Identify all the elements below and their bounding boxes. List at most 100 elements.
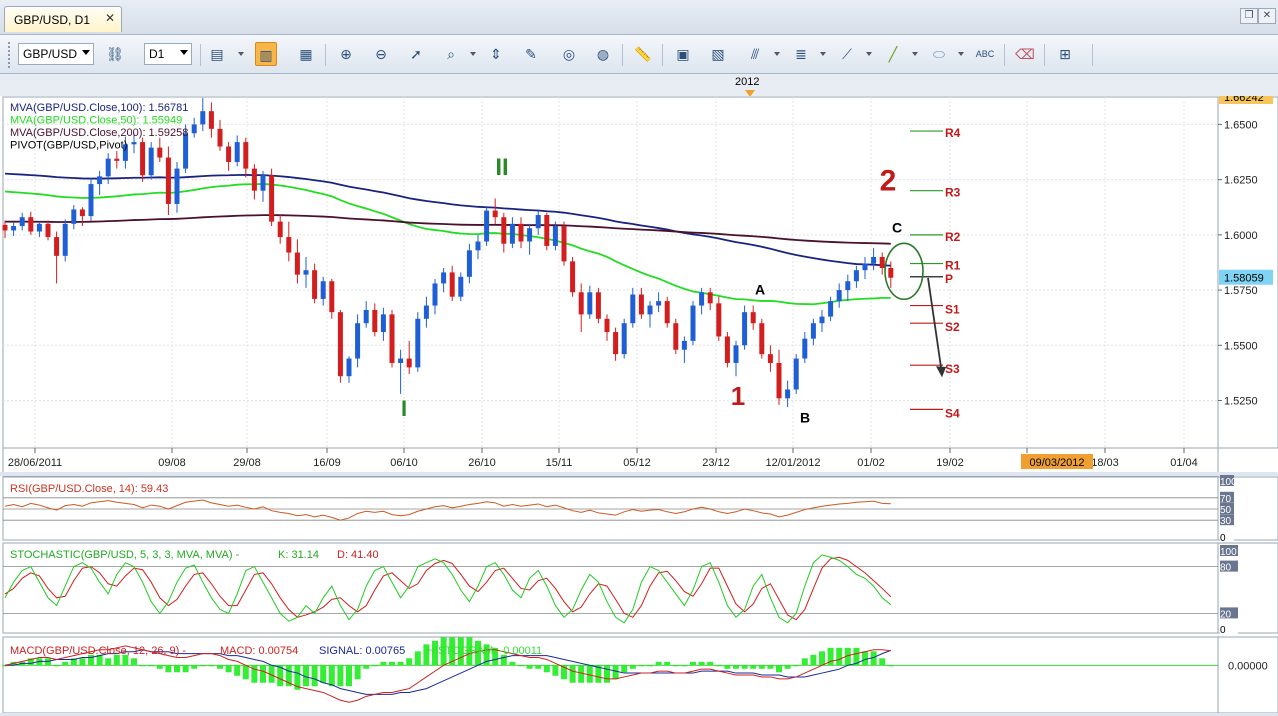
toolbar-separator: [325, 44, 326, 66]
price-tick-label: 1.5500: [1224, 340, 1258, 352]
pivot-label-s4: S4: [945, 406, 960, 420]
macd-histogram-bar: [862, 651, 868, 666]
object-tree-icon[interactable]: ⊞: [1054, 42, 1076, 66]
disconnect-icon[interactable]: ⛓: [104, 42, 126, 66]
candle-body: [441, 272, 447, 284]
time-scroll-bar[interactable]: 2012: [0, 74, 1278, 97]
chevron-down-icon[interactable]: [912, 52, 918, 56]
candle-body: [415, 318, 421, 368]
toolbar-separator: [1092, 44, 1093, 66]
macd-histogram-bar: [518, 665, 524, 667]
candle-body: [79, 209, 85, 217]
macd-histogram-bar: [836, 647, 843, 666]
toolbar-grip[interactable]: [8, 42, 14, 68]
line-icon[interactable]: ╱: [882, 42, 904, 66]
globe-icon[interactable]: ◍: [592, 42, 614, 66]
rsi-pane[interactable]: [2, 476, 1219, 541]
candle-body: [329, 281, 335, 313]
bars-icon[interactable]: ▦: [295, 42, 317, 66]
zoom-icon[interactable]: ⌕: [440, 42, 462, 66]
date-tick-label: 28/06/2011: [8, 457, 62, 469]
chart-template-icon[interactable]: ▧: [707, 42, 729, 66]
candle-body: [380, 314, 386, 333]
channel-icon[interactable]: ≣: [790, 42, 812, 66]
candle-body: [312, 270, 318, 299]
candle-body: [140, 142, 146, 176]
candle-body: [742, 312, 748, 346]
candle-body: [88, 184, 94, 217]
chevron-down-icon[interactable]: [866, 52, 872, 56]
chevron-down-icon[interactable]: [820, 52, 826, 56]
candle-body: [621, 323, 627, 355]
candle-body: [355, 323, 361, 359]
macd-histogram-bar: [690, 661, 696, 666]
macd-histogram-bar: [793, 665, 800, 667]
price-axis[interactable]: [1217, 636, 1278, 714]
candle-body: [36, 223, 42, 232]
macd-histogram-bar: [199, 665, 206, 667]
macd-histogram-bar: [260, 665, 266, 683]
macd-histogram-bar: [165, 665, 172, 673]
candle-body: [191, 124, 197, 134]
toolbar-separator: [1004, 44, 1005, 66]
candle-body: [71, 209, 77, 224]
symbol-select[interactable]: GBP/USD: [18, 43, 94, 65]
ellipse-icon[interactable]: ⬭: [928, 42, 950, 66]
timeframe-value: D1: [149, 47, 165, 61]
chevron-down-icon[interactable]: [238, 52, 244, 56]
restore-icon[interactable]: ❐: [1240, 8, 1258, 24]
chart-area[interactable]: R4 R3 R2 R1 P S1 S2 S3 S4 I II 1 2 A B C 28/06/2011 09/…: [0, 89, 1278, 714]
histogram-value-label: HISTOGRAM: -0.00011: [427, 645, 542, 657]
price-tick-label: 1.5250: [1224, 396, 1258, 408]
candle-body: [527, 228, 533, 242]
candle-body: [595, 292, 601, 319]
eraser-icon[interactable]: ⌫: [1014, 42, 1036, 66]
data-window-icon[interactable]: ✎: [520, 42, 542, 66]
candle-body: [871, 256, 877, 264]
trendline-fan-icon[interactable]: ⟋: [836, 42, 858, 66]
macd-histogram-bar: [320, 665, 327, 683]
chevron-down-icon[interactable]: [774, 52, 780, 56]
macd-histogram-bar: [776, 665, 782, 673]
stoch-tick-label: 0: [1220, 625, 1226, 636]
candles-icon[interactable]: ▥: [255, 42, 277, 66]
date-tick-label: 19/02: [936, 457, 964, 469]
candle-body: [828, 301, 834, 317]
ruler-icon[interactable]: 📏: [632, 42, 654, 66]
pivot-label-s1: S1: [945, 303, 960, 317]
level-icon[interactable]: ⇕: [485, 42, 507, 66]
cursor-icon[interactable]: ➚: [405, 42, 427, 66]
candle-body: [690, 305, 696, 341]
macd-histogram-bar: [328, 665, 335, 687]
candle-body: [518, 223, 524, 242]
candle-body: [432, 283, 438, 306]
panel-splitter[interactable]: [0, 472, 1278, 476]
chart-tab[interactable]: GBP/USD, D1 ✕: [4, 6, 122, 32]
candle-body: [226, 146, 232, 162]
chart-image-icon[interactable]: ▣: [672, 42, 694, 66]
macd-histogram-bar: [569, 665, 576, 683]
candle-body: [638, 294, 644, 315]
chevron-down-icon[interactable]: [958, 52, 964, 56]
date-tick-label: 18/03: [1091, 457, 1119, 469]
history-icon[interactable]: ◎: [558, 42, 580, 66]
candle-body: [174, 168, 180, 204]
timeframe-select[interactable]: D1: [144, 43, 192, 65]
text-label-icon[interactable]: ABC: [974, 42, 996, 66]
main-legend-item: MVA(GBP/USD.Close,50): 1.55949: [10, 115, 182, 127]
pivot-label-s3: S3: [945, 362, 960, 376]
zoom-out-icon[interactable]: ⊖: [370, 42, 392, 66]
fibonacci-icon[interactable]: ⫻: [744, 42, 766, 66]
candle-body: [337, 312, 343, 377]
zoom-in-icon[interactable]: ⊕: [335, 42, 357, 66]
close-icon[interactable]: ✕: [105, 11, 115, 25]
chevron-down-icon[interactable]: [470, 52, 476, 56]
indicator-window-icon[interactable]: ▤: [206, 42, 228, 66]
macd-histogram-bar: [621, 665, 628, 673]
macd-histogram-bar: [784, 665, 791, 669]
rsi-legend: RSI(GBP/USD.Close, 14): 59.43: [10, 483, 168, 495]
chart-svg[interactable]: R4R3R2R1PS1S2S3S4 III12ABC 28/06/2011 09/…: [0, 89, 1278, 714]
wave-2-label: 2: [880, 165, 897, 198]
close-window-icon[interactable]: ✕: [1258, 8, 1276, 24]
candle-body: [853, 270, 859, 282]
